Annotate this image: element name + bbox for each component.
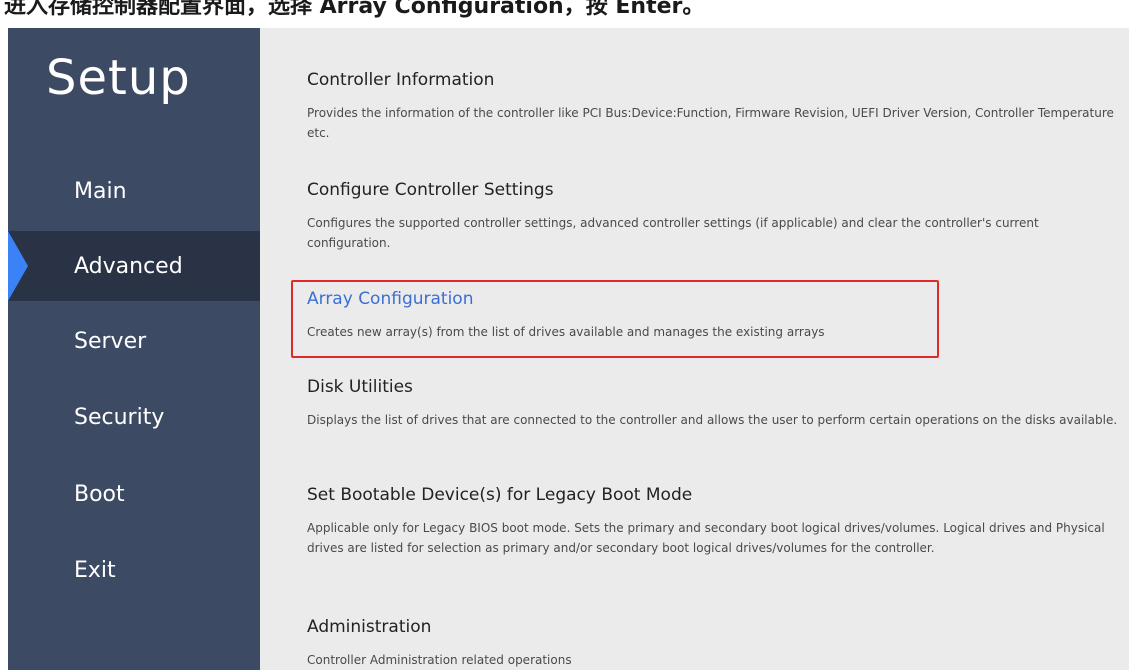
menu-item-configure-controller-settings[interactable]: Configure Controller Settings Configures… [307, 179, 1122, 253]
sidebar-item-label: Exit [74, 557, 116, 583]
menu-item-disk-utilities[interactable]: Disk Utilities Displays the list of driv… [307, 376, 1122, 430]
sidebar-item-boot[interactable]: Boot [8, 459, 260, 529]
menu-item-title: Administration [307, 617, 432, 637]
menu-item-description: Provides the information of the controll… [307, 106, 1114, 140]
sidebar-item-label: Main [74, 178, 127, 204]
sidebar-item-advanced[interactable]: Advanced [8, 231, 260, 301]
setup-logo: Setup [46, 50, 191, 106]
active-marker-icon [8, 231, 28, 301]
menu-item-administration[interactable]: Administration Controller Administration… [307, 616, 1122, 670]
sidebar-item-label: Boot [74, 481, 125, 507]
sidebar-item-exit[interactable]: Exit [8, 535, 260, 605]
sidebar-item-label: Advanced [74, 253, 183, 279]
sidebar-item-label: Server [74, 328, 147, 354]
sidebar-item-security[interactable]: Security [8, 382, 260, 452]
sidebar-item-label: Security [74, 404, 165, 430]
menu-item-title: Set Bootable Device(s) for Legacy Boot M… [307, 485, 693, 505]
menu-item-set-bootable-devices[interactable]: Set Bootable Device(s) for Legacy Boot M… [307, 484, 1122, 558]
main-content: Controller Information Provides the info… [260, 28, 1129, 670]
sidebar: Setup Main Advanced Server Security Boot… [8, 28, 260, 670]
menu-item-title: Disk Utilities [307, 377, 413, 397]
menu-item-controller-information[interactable]: Controller Information Provides the info… [307, 69, 1122, 143]
instruction-text: 进入存储控制器配置界面，选择 Array Configuration，按 Ent… [4, 0, 705, 19]
menu-item-title: Controller Information [307, 70, 495, 90]
menu-item-description: Displays the list of drives that are con… [307, 413, 1118, 427]
sidebar-item-main[interactable]: Main [8, 156, 260, 226]
selection-highlight-box [291, 280, 939, 358]
menu-item-title: Configure Controller Settings [307, 180, 554, 200]
instruction-caption: 进入存储控制器配置界面，选择 Array Configuration，按 Ent… [0, 0, 1129, 28]
sidebar-item-server[interactable]: Server [8, 306, 260, 376]
menu-item-description: Applicable only for Legacy BIOS boot mod… [307, 521, 1105, 555]
menu-item-description: Configures the supported controller sett… [307, 216, 1039, 250]
menu-item-description: Controller Administration related operat… [307, 653, 572, 667]
